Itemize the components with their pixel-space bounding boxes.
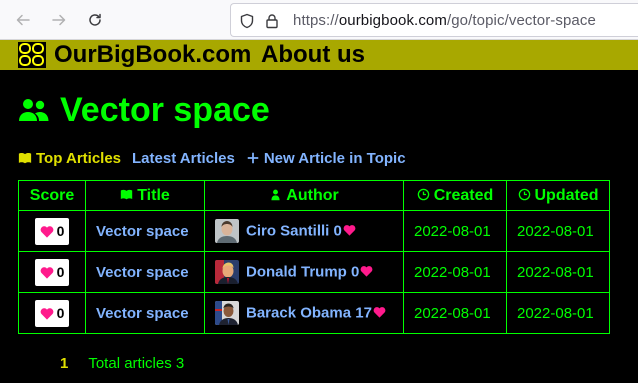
- author-cell[interactable]: Barack Obama 17: [204, 292, 404, 334]
- back-button[interactable]: [11, 8, 35, 32]
- total-articles: Total articles 3: [88, 354, 185, 372]
- url-path: /go/topic/vector-space: [446, 12, 596, 29]
- updated-date: 2022-08-01: [506, 251, 610, 293]
- like-button[interactable]: 0: [35, 258, 69, 286]
- table-row: 0 Vector space Barack Obama 17 2022-08-0…: [18, 292, 610, 334]
- column-header-created[interactable]: Created: [403, 180, 507, 211]
- tab-new-article[interactable]: New Article in Topic: [246, 150, 406, 167]
- author-score: 0: [351, 263, 360, 281]
- shield-icon[interactable]: [238, 12, 256, 30]
- score-cell: 0: [18, 210, 86, 252]
- author-name: Barack Obama: [246, 304, 352, 322]
- plus-icon: [247, 152, 259, 164]
- site-logo[interactable]: [18, 42, 46, 68]
- column-header-score[interactable]: Score: [18, 180, 86, 211]
- url-text[interactable]: https://ourbigbook.com/go/topic/vector-s…: [293, 12, 596, 29]
- browser-toolbar: https://ourbigbook.com/go/topic/vector-s…: [0, 0, 638, 40]
- score-cell: 0: [18, 292, 86, 334]
- tab-latest-articles[interactable]: Latest Articles: [132, 150, 235, 167]
- heart-icon: [40, 225, 53, 238]
- updated-date: 2022-08-01: [506, 210, 610, 252]
- author-cell[interactable]: Donald Trump 0: [204, 251, 404, 293]
- arrow-right-icon: [52, 14, 66, 26]
- user-icon: [271, 189, 280, 200]
- page-number-current[interactable]: 1: [60, 355, 68, 372]
- column-header-title[interactable]: Title: [85, 180, 205, 211]
- users-icon: [19, 99, 49, 121]
- author-cell[interactable]: Ciro Santilli 0: [204, 210, 404, 252]
- tab-top-articles[interactable]: Top Articles: [18, 150, 121, 167]
- table-header-row: Score Title Author Created Updated: [18, 180, 610, 211]
- reload-icon: [89, 13, 101, 26]
- avatar[interactable]: [215, 260, 239, 284]
- page-title-text: Vector space: [60, 90, 270, 129]
- column-header-updated[interactable]: Updated: [506, 180, 610, 211]
- url-host: ourbigbook.com: [338, 12, 447, 29]
- site-header: OurBigBook.com About us: [0, 40, 638, 70]
- book-icon: [121, 189, 133, 199]
- author-score: 17: [355, 304, 372, 322]
- url-scheme: https://: [293, 12, 339, 29]
- created-date: 2022-08-01: [403, 292, 507, 334]
- about-link[interactable]: About us: [261, 41, 365, 69]
- avatar[interactable]: [215, 301, 239, 325]
- article-tabs: Top Articles Latest Articles New Article…: [18, 148, 417, 168]
- heart-icon: [373, 307, 386, 318]
- created-date: 2022-08-01: [403, 210, 507, 252]
- url-bar[interactable]: https://ourbigbook.com/go/topic/vector-s…: [230, 3, 638, 37]
- arrow-left-icon: [16, 14, 30, 26]
- page-title: Vector space: [18, 88, 270, 132]
- article-title-link[interactable]: Vector space: [85, 292, 205, 334]
- article-title-link[interactable]: Vector space: [85, 210, 205, 252]
- clock-icon: [417, 188, 429, 200]
- articles-table: Score Title Author Created Updated 0 Vec…: [18, 180, 610, 334]
- heart-icon: [360, 266, 373, 277]
- created-date: 2022-08-01: [403, 251, 507, 293]
- like-button[interactable]: 0: [35, 217, 69, 245]
- article-title-link[interactable]: Vector space: [85, 251, 205, 293]
- author-name: Donald Trump: [246, 263, 347, 281]
- updated-date: 2022-08-01: [506, 292, 610, 334]
- table-row: 0 Vector space Donald Trump 0 2022-08-01…: [18, 251, 610, 293]
- avatar[interactable]: [215, 219, 239, 243]
- score-cell: 0: [18, 251, 86, 293]
- heart-icon: [40, 266, 53, 279]
- site-home-link[interactable]: OurBigBook.com: [54, 41, 251, 69]
- author-score: 0: [333, 222, 342, 240]
- author-name: Ciro Santilli: [246, 222, 330, 240]
- table-row: 0 Vector space Ciro Santilli 0 2022-08-0…: [18, 210, 610, 252]
- forward-button[interactable]: [47, 8, 71, 32]
- heart-icon: [40, 307, 53, 320]
- clock-icon: [518, 188, 530, 200]
- reload-button[interactable]: [83, 8, 107, 32]
- lock-icon[interactable]: [263, 12, 281, 30]
- pagination: 1 Total articles 3: [60, 353, 184, 373]
- book-icon: [18, 153, 32, 164]
- like-button[interactable]: 0: [35, 299, 69, 327]
- heart-icon: [343, 225, 356, 236]
- column-header-author[interactable]: Author: [204, 180, 404, 211]
